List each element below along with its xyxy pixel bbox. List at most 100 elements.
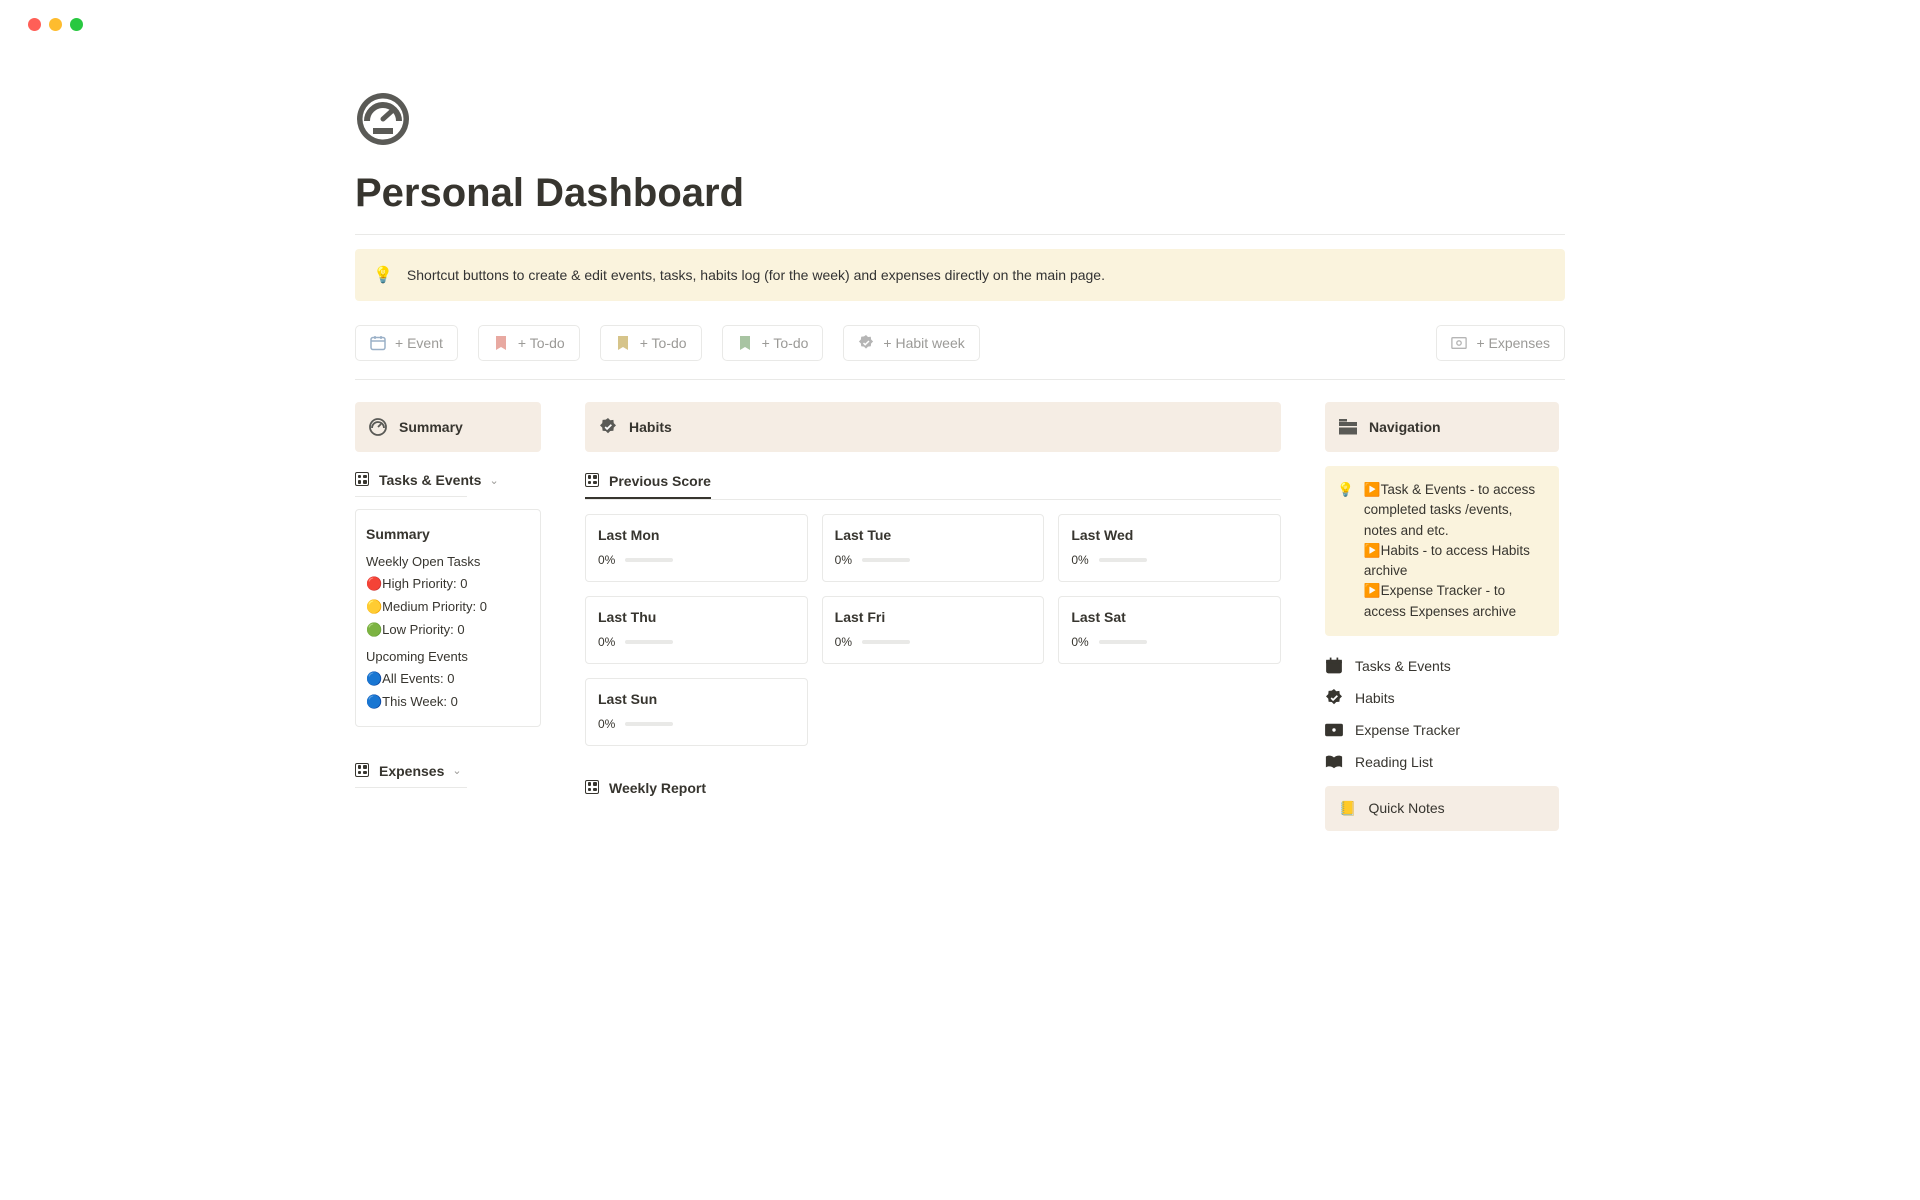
progress-bar bbox=[625, 640, 673, 644]
lightbulb-icon: 💡 bbox=[373, 265, 393, 285]
summary-header-label: Summary bbox=[399, 419, 463, 435]
progress-bar bbox=[1099, 640, 1147, 644]
habit-card[interactable]: Last Tue 0% bbox=[822, 514, 1045, 582]
expenses-tab[interactable]: Expenses ⌄ bbox=[355, 757, 541, 785]
tab-label: Tasks & Events bbox=[379, 472, 481, 488]
progress-bar bbox=[862, 558, 910, 562]
add-expenses-button[interactable]: + Expenses bbox=[1436, 325, 1565, 361]
progress-bar bbox=[862, 640, 910, 644]
habit-percent: 0% bbox=[598, 717, 615, 731]
folder-icon bbox=[1339, 418, 1357, 436]
summary-column: Summary Tasks & Events ⌄ Summary Weekly … bbox=[355, 402, 541, 831]
nav-link-label: Reading List bbox=[1355, 754, 1433, 770]
lightbulb-icon: 💡 bbox=[1337, 480, 1354, 622]
habit-grid: Last Mon 0% Last Tue 0% Last Wed 0% Last… bbox=[585, 514, 1281, 746]
summary-card-title: Summary bbox=[366, 522, 530, 547]
navigation-header-label: Navigation bbox=[1369, 419, 1441, 435]
book-icon bbox=[1325, 753, 1343, 771]
low-priority: 🟢Low Priority: 0 bbox=[366, 619, 530, 642]
habit-percent: 0% bbox=[598, 635, 615, 649]
fullscreen-window-icon[interactable] bbox=[70, 18, 83, 31]
this-week-events: 🔵This Week: 0 bbox=[366, 691, 530, 714]
habit-day-label: Last Mon bbox=[598, 527, 795, 543]
tasks-events-tab[interactable]: Tasks & Events ⌄ bbox=[355, 466, 541, 494]
progress-bar bbox=[625, 558, 673, 562]
summary-header: Summary bbox=[355, 402, 541, 452]
habit-day-label: Last Wed bbox=[1071, 527, 1268, 543]
add-todo-high-button[interactable]: + To-do bbox=[478, 325, 580, 361]
tab-label: Expenses bbox=[379, 763, 444, 779]
add-todo-medium-button[interactable]: + To-do bbox=[600, 325, 702, 361]
button-label: + Expenses bbox=[1476, 335, 1550, 351]
weekly-report-tab[interactable]: Weekly Report bbox=[585, 774, 1281, 802]
add-habit-week-button[interactable]: + Habit week bbox=[843, 325, 979, 361]
navigation-callout: 💡 ▶️Task & Events - to access completed … bbox=[1325, 466, 1559, 636]
button-label: + To-do bbox=[640, 335, 687, 351]
nav-link-reading-list[interactable]: Reading List bbox=[1325, 746, 1559, 778]
habits-column: Habits Previous Score Last Mon 0% Last T… bbox=[585, 402, 1281, 831]
gallery-icon bbox=[585, 473, 601, 489]
habit-card[interactable]: Last Fri 0% bbox=[822, 596, 1045, 664]
all-events: 🔵All Events: 0 bbox=[366, 668, 530, 691]
habit-day-label: Last Fri bbox=[835, 609, 1032, 625]
badge-icon bbox=[1325, 689, 1343, 707]
add-event-button[interactable]: + Event bbox=[355, 325, 458, 361]
habit-day-label: Last Sat bbox=[1071, 609, 1268, 625]
habits-header: Habits bbox=[585, 402, 1281, 452]
add-todo-low-button[interactable]: + To-do bbox=[722, 325, 824, 361]
tab-label: Previous Score bbox=[609, 473, 711, 489]
habit-card[interactable]: Last Mon 0% bbox=[585, 514, 808, 582]
callout-text: Shortcut buttons to create & edit events… bbox=[407, 267, 1105, 283]
bookmark-icon bbox=[615, 335, 631, 351]
gallery-icon bbox=[585, 780, 601, 796]
habit-day-label: Last Thu bbox=[598, 609, 795, 625]
high-priority: 🔴High Priority: 0 bbox=[366, 573, 530, 596]
page-icon[interactable] bbox=[355, 91, 411, 147]
previous-score-tab[interactable]: Previous Score bbox=[585, 467, 711, 499]
habit-card[interactable]: Last Wed 0% bbox=[1058, 514, 1281, 582]
cash-icon bbox=[1325, 721, 1343, 739]
page-title[interactable]: Personal Dashboard bbox=[355, 171, 1565, 216]
habit-percent: 0% bbox=[835, 635, 852, 649]
navigation-header: Navigation bbox=[1325, 402, 1559, 452]
quick-notes-link[interactable]: 📒 Quick Notes bbox=[1325, 786, 1559, 831]
summary-card[interactable]: Summary Weekly Open Tasks 🔴High Priority… bbox=[355, 509, 541, 727]
shortcut-callout: 💡 Shortcut buttons to create & edit even… bbox=[355, 249, 1565, 301]
habit-card[interactable]: Last Sun 0% bbox=[585, 678, 808, 746]
gallery-icon bbox=[355, 472, 371, 488]
button-label: + Event bbox=[395, 335, 443, 351]
habit-day-label: Last Sun bbox=[598, 691, 795, 707]
habit-card[interactable]: Last Thu 0% bbox=[585, 596, 808, 664]
gallery-icon bbox=[355, 763, 371, 779]
chevron-down-icon: ⌄ bbox=[452, 764, 461, 777]
cash-icon bbox=[1451, 335, 1467, 351]
habit-card[interactable]: Last Sat 0% bbox=[1058, 596, 1281, 664]
nav-link-tasks-events[interactable]: Tasks & Events bbox=[1325, 650, 1559, 682]
badge-icon bbox=[599, 418, 617, 436]
upcoming-events-label: Upcoming Events bbox=[366, 646, 530, 669]
shortcut-row: + Event + To-do + To-do + To-do + Habit … bbox=[355, 325, 1565, 361]
nav-link-expense-tracker[interactable]: Expense Tracker bbox=[1325, 714, 1559, 746]
minimize-window-icon[interactable] bbox=[49, 18, 62, 31]
calendar-icon bbox=[370, 335, 386, 351]
habits-header-label: Habits bbox=[629, 419, 672, 435]
habit-percent: 0% bbox=[598, 553, 615, 567]
open-tasks-label: Weekly Open Tasks bbox=[366, 551, 530, 574]
progress-bar bbox=[1099, 558, 1147, 562]
button-label: + To-do bbox=[518, 335, 565, 351]
navigation-column: Navigation 💡 ▶️Task & Events - to access… bbox=[1325, 402, 1559, 831]
tab-label: Weekly Report bbox=[609, 780, 706, 796]
note-icon: 📒 bbox=[1339, 800, 1356, 817]
button-label: + To-do bbox=[762, 335, 809, 351]
navigation-callout-text: ▶️Task & Events - to access completed ta… bbox=[1364, 480, 1545, 622]
habit-percent: 0% bbox=[1071, 635, 1088, 649]
progress-bar bbox=[625, 722, 673, 726]
habit-percent: 0% bbox=[1071, 553, 1088, 567]
nav-link-label: Habits bbox=[1355, 690, 1395, 706]
nav-link-habits[interactable]: Habits bbox=[1325, 682, 1559, 714]
bookmark-icon bbox=[493, 335, 509, 351]
close-window-icon[interactable] bbox=[28, 18, 41, 31]
medium-priority: 🟡Medium Priority: 0 bbox=[366, 596, 530, 619]
habit-percent: 0% bbox=[835, 553, 852, 567]
gauge-icon bbox=[369, 418, 387, 436]
